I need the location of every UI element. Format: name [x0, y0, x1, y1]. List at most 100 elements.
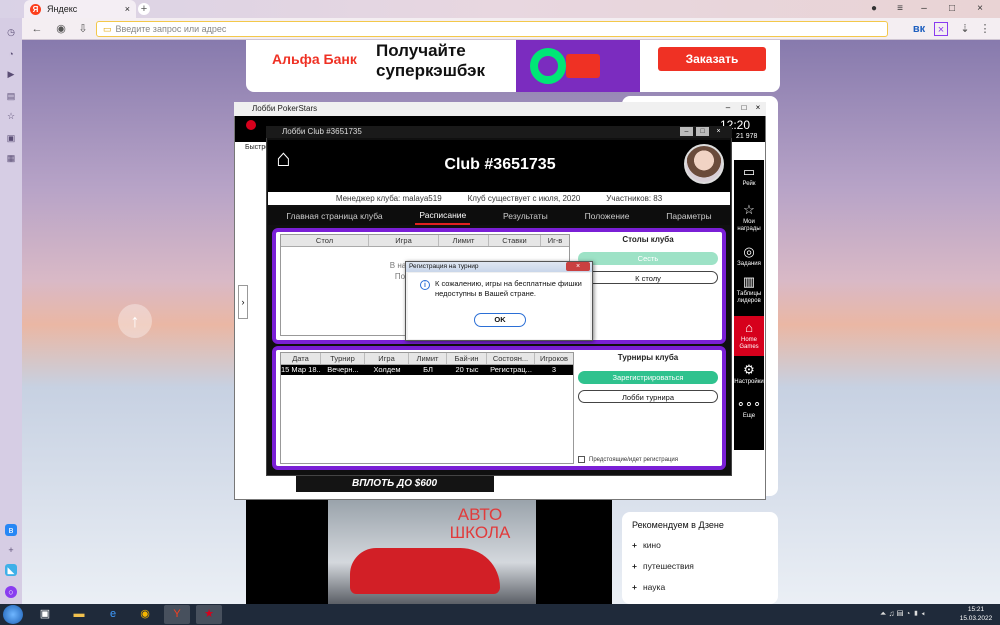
lobby-minimize-icon[interactable]: – — [722, 103, 734, 113]
explorer-icon[interactable]: ▬ — [66, 605, 92, 624]
lobby-close-icon[interactable]: × — [752, 103, 764, 113]
club-members: Участников: 83 — [606, 194, 663, 203]
play-icon[interactable]: ▶ — [5, 68, 17, 80]
nav-rewards[interactable]: ☆ Мои награды — [734, 202, 764, 233]
dzen-item[interactable]: наука — [632, 582, 768, 603]
col-status[interactable]: Состоян... — [487, 353, 535, 364]
nav-home-games[interactable]: ⌂ Home Games — [734, 316, 764, 356]
tab-bar — [0, 0, 1000, 18]
col-players[interactable]: Иг-в — [541, 235, 569, 246]
menu-icon[interactable]: ≡ — [892, 1, 908, 17]
to-table-button[interactable]: К столу — [578, 271, 718, 284]
tab-parameters[interactable]: Параметры — [662, 208, 715, 224]
col-limit[interactable]: Лимит — [409, 353, 447, 364]
close-tab-icon[interactable]: × — [125, 4, 130, 14]
chrome-icon[interactable]: ◉ — [132, 605, 158, 624]
col-table[interactable]: Стол — [281, 235, 369, 246]
col-players[interactable]: Игроков — [535, 353, 573, 364]
maps-icon[interactable]: ◣ — [5, 564, 17, 576]
collections-icon[interactable]: ▣ — [5, 132, 17, 144]
address-bar[interactable]: ▭ Введите запрос или адрес — [96, 21, 888, 37]
nav-challenges[interactable]: ◎ Задания — [734, 244, 764, 268]
tab-club-home[interactable]: Главная страница клуба — [282, 208, 386, 224]
nav-label: Задания — [737, 261, 761, 267]
alice-icon[interactable]: ○ — [5, 586, 17, 598]
table-row[interactable]: 15 Мар 18... Вечерн... Холдем БЛ 20 тыс … — [281, 365, 573, 375]
club-maximize-icon[interactable]: □ — [696, 127, 709, 136]
club-home-icon[interactable]: ⌂ — [276, 147, 302, 171]
col-game[interactable]: Игра — [365, 353, 409, 364]
club-close-icon[interactable]: × — [712, 127, 725, 136]
ad-headline: Получайте суперкэшбэк — [376, 41, 486, 80]
taskbar-clock[interactable]: 15:21 15.03.2022 — [956, 605, 996, 623]
profile-avatar-icon[interactable]: ● — [866, 1, 882, 17]
ad-order-button[interactable]: Заказать — [658, 47, 766, 71]
club-titlebar: Лобби Club #3651735 — [266, 126, 732, 138]
dzen-item[interactable]: путешествия — [632, 561, 768, 582]
sit-button[interactable]: Сесть — [578, 252, 718, 265]
nav-label: Home Games — [739, 337, 759, 350]
download-icon[interactable]: ⇩ — [76, 22, 90, 36]
promo-banner[interactable]: ВПЛОТЬ ДО $600 — [296, 476, 494, 492]
start-button[interactable] — [3, 605, 23, 624]
register-button[interactable]: Зарегистрироваться — [578, 371, 718, 384]
lobby-maximize-icon[interactable]: □ — [738, 103, 750, 113]
tab-standings[interactable]: Положение — [581, 208, 634, 224]
nav-label: Еще — [742, 413, 756, 419]
new-tab-button[interactable]: + — [138, 3, 150, 15]
club-since: Клуб существует с июля, 2020 — [467, 194, 581, 203]
downloads-icon[interactable]: ⇣ — [958, 22, 972, 36]
back-icon[interactable]: ← — [30, 22, 44, 36]
club-minimize-icon[interactable]: – — [680, 127, 693, 136]
media-player-icon[interactable]: ▣ — [32, 605, 58, 624]
close-window-icon[interactable]: × — [972, 1, 988, 17]
car-image — [350, 548, 500, 594]
nav-more[interactable]: ∘∘∘ Еще — [734, 396, 764, 420]
extension-icon[interactable]: × — [934, 22, 948, 36]
col-date[interactable]: Дата — [281, 353, 321, 364]
dzen-item[interactable]: кино — [632, 540, 768, 561]
protect-icon[interactable]: ◉ — [54, 22, 68, 36]
club-name: Club #3651735 — [444, 156, 556, 173]
tab-yandex[interactable]: Я Яндекс × — [24, 0, 136, 18]
yandex-browser-icon[interactable]: Y — [164, 605, 190, 624]
nav-leaderboards[interactable]: ▥ Таблицы лидеров — [734, 274, 764, 305]
registration-filter[interactable]: Предстоящие/идет регистрация — [578, 456, 678, 463]
club-tabs: Главная страница клуба Расписание Резуль… — [268, 207, 730, 225]
nav-settings[interactable]: ⚙ Настройки — [734, 362, 764, 386]
col-tournament[interactable]: Турнир — [321, 353, 365, 364]
more-icon[interactable]: ⋮ — [978, 22, 992, 36]
maximize-icon[interactable]: □ — [944, 1, 960, 17]
apps-icon[interactable]: ▦ — [5, 152, 17, 164]
ticket-icon: ▭ — [742, 164, 756, 179]
lobby-expand-button[interactable]: › — [238, 285, 248, 319]
system-tray[interactable]: ⏶ ♫ ▤ ◔ ▮ ◂ — [880, 606, 952, 622]
dialog-ok-button[interactable]: OK — [474, 313, 526, 327]
vk-icon[interactable]: в — [5, 524, 17, 536]
car-ad-text: АВТО ШКОЛА — [449, 505, 511, 542]
bookmarks-icon[interactable]: ☆ — [5, 110, 17, 122]
col-stakes[interactable]: Ставки — [489, 235, 541, 246]
col-buyin[interactable]: Бай-ин — [447, 353, 487, 364]
tournaments-list[interactable]: Дата Турнир Игра Лимит Бай-ин Состоян...… — [280, 352, 574, 464]
tab-schedule[interactable]: Расписание — [415, 207, 471, 225]
col-game[interactable]: Игра — [369, 235, 439, 246]
ie-icon[interactable]: e — [100, 605, 126, 624]
scroll-up-button[interactable]: ↑ — [118, 304, 152, 338]
nav-label: Рейк — [742, 181, 756, 187]
gear-icon: ⚙ — [743, 362, 755, 377]
nav-rake[interactable]: ▭ Рейк — [734, 164, 764, 188]
dialog-close-button[interactable]: × — [566, 262, 590, 271]
filter-checkbox[interactable] — [578, 456, 585, 463]
minimize-icon[interactable]: – — [916, 1, 932, 17]
add-icon[interactable]: + — [5, 544, 17, 556]
col-limit[interactable]: Лимит — [439, 235, 489, 246]
cell-tournament: Вечерн... — [327, 365, 359, 374]
history-icon[interactable]: ◷ — [5, 26, 17, 38]
tab-results[interactable]: Результаты — [499, 208, 552, 224]
vk-extension-icon[interactable]: вк — [912, 22, 926, 36]
tournament-lobby-button[interactable]: Лобби турнира — [578, 390, 718, 403]
pokerstars-icon[interactable]: ★ — [196, 605, 222, 624]
messenger-icon[interactable]: ◔ — [5, 48, 17, 60]
notes-icon[interactable]: ▤ — [5, 90, 17, 102]
